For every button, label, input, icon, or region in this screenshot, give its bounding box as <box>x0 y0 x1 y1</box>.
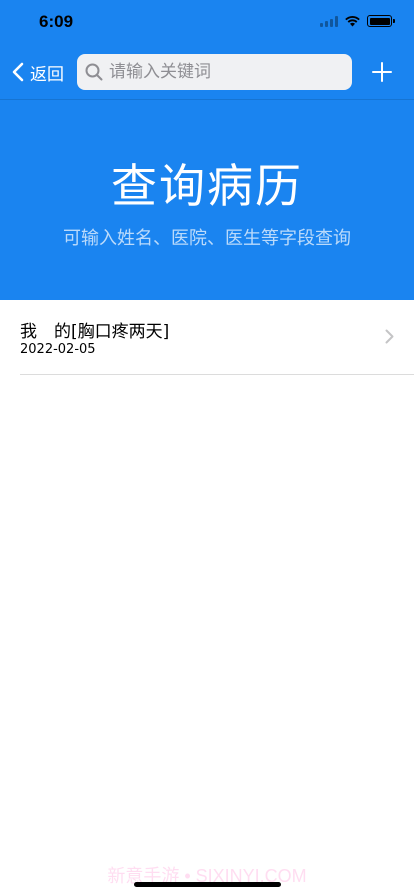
page-title: 查询病历 <box>111 159 303 213</box>
add-button[interactable] <box>370 60 394 84</box>
row-divider <box>20 374 414 375</box>
nav-bar: 返回 <box>0 52 414 92</box>
record-date: 2022-02-05 <box>20 342 96 357</box>
battery-icon <box>367 15 395 27</box>
search-bar[interactable] <box>77 54 352 90</box>
home-indicator <box>134 882 281 887</box>
back-button[interactable]: 返回 <box>12 57 64 87</box>
back-label: 返回 <box>30 64 64 85</box>
record-title: 我 的[胸口疼两天] <box>20 322 170 342</box>
status-time: 6:09 <box>39 12 74 31</box>
cellular-signal-icon <box>320 15 338 27</box>
chevron-right-icon <box>385 329 394 344</box>
wifi-icon <box>345 16 360 27</box>
chevron-left-icon <box>12 62 24 82</box>
status-icons <box>320 15 395 27</box>
search-icon <box>85 63 103 81</box>
search-input[interactable] <box>109 62 339 82</box>
nav-divider <box>0 99 414 100</box>
status-bar: 6:09 <box>0 0 414 44</box>
page-subtitle: 可输入姓名、医院、医生等字段查询 <box>63 228 351 249</box>
list-item[interactable]: 我 的[胸口疼两天] 2022-02-05 <box>0 300 414 375</box>
